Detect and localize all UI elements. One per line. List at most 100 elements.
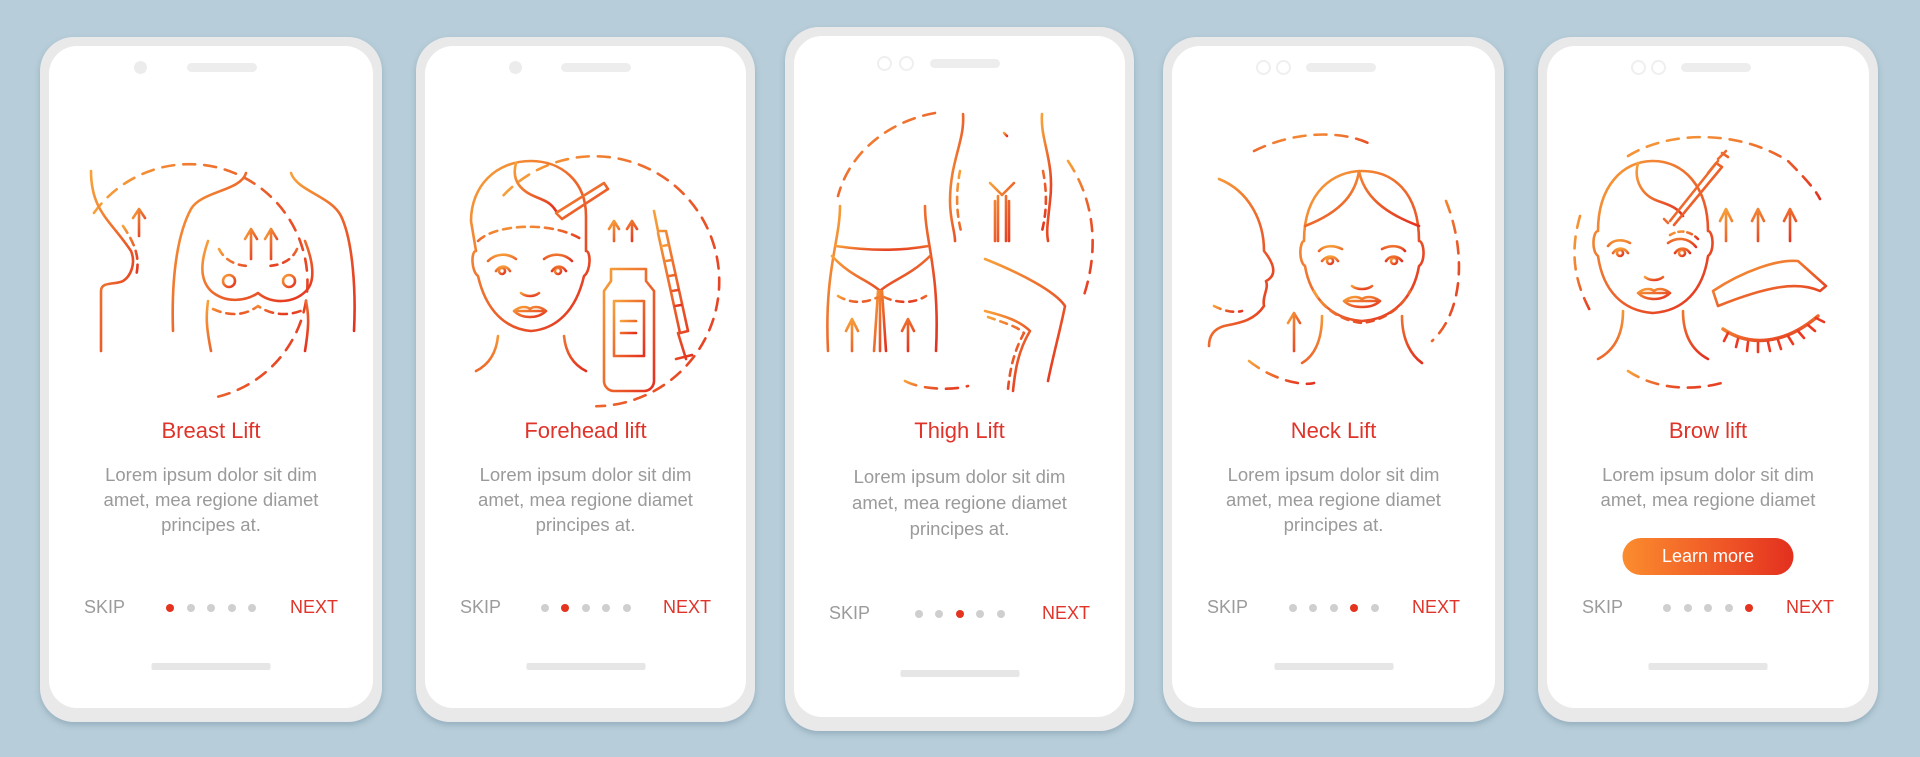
- page-dot[interactable]: [1329, 604, 1338, 612]
- description-line: Lorem ipsum dolor sit dim: [1602, 464, 1814, 485]
- home-indicator[interactable]: [526, 663, 645, 670]
- home-indicator[interactable]: [900, 670, 1019, 677]
- speaker-grille: [561, 63, 631, 72]
- brow-lift-icon: [1573, 135, 1828, 389]
- home-indicator[interactable]: [1274, 663, 1393, 670]
- speaker-grille: [1306, 63, 1376, 72]
- camera-icon: [134, 61, 147, 74]
- screen-title: Brow lift: [1668, 418, 1748, 443]
- home-indicator[interactable]: [151, 663, 271, 670]
- phone-notch: [49, 60, 373, 74]
- screen-title: Breast Lift: [161, 418, 261, 443]
- speaker-grille: [930, 59, 1000, 68]
- camera-icon: [1256, 60, 1271, 75]
- page-dot[interactable]: [1288, 604, 1297, 612]
- skip-button[interactable]: SKIP: [829, 603, 870, 624]
- phone-screen-breast-lift: Breast Lift Lorem ipsum dolor sit dim am…: [40, 37, 382, 722]
- page-indicator: [1288, 604, 1379, 612]
- skip-button[interactable]: SKIP: [1207, 597, 1248, 618]
- camera-icon: [509, 61, 522, 74]
- page-dot[interactable]: [207, 604, 215, 612]
- phone-notch: [1172, 60, 1495, 75]
- phone-notch: [425, 60, 746, 74]
- page-dot[interactable]: [227, 604, 236, 612]
- next-button[interactable]: NEXT: [1412, 597, 1460, 618]
- learn-more-button[interactable]: Learn more: [1622, 538, 1794, 575]
- description-line: principes at.: [535, 514, 636, 535]
- screen-description: Lorem ipsum dolor sit dim amet, mea regi…: [1202, 462, 1465, 537]
- camera-icon: [1631, 60, 1646, 75]
- description-line: amet, mea regione diamet: [852, 492, 1067, 513]
- onboarding-nav: SKIP NEXT: [1172, 597, 1495, 621]
- skip-button[interactable]: SKIP: [1582, 597, 1623, 618]
- screen-description: Lorem ipsum dolor sit dim amet, mea regi…: [824, 464, 1095, 542]
- page-dot-active[interactable]: [561, 604, 569, 612]
- brow-lift-illustration: [1547, 101, 1869, 411]
- page-dot[interactable]: [1663, 604, 1671, 612]
- page-dot[interactable]: [540, 604, 549, 612]
- sensor-icon: [899, 56, 914, 71]
- next-button[interactable]: NEXT: [1786, 597, 1834, 618]
- phone-notch: [1547, 60, 1869, 75]
- screen-description: Lorem ipsum dolor sit dim amet, mea regi…: [79, 462, 343, 537]
- breast-lift-illustration: [49, 101, 373, 411]
- page-dot[interactable]: [1704, 604, 1712, 612]
- next-button[interactable]: NEXT: [1042, 603, 1090, 624]
- screen-title: Forehead lift: [524, 418, 647, 443]
- page-dot[interactable]: [1724, 604, 1733, 612]
- page-dot[interactable]: [581, 604, 590, 612]
- sensor-icon: [1276, 60, 1291, 75]
- screen-title: Neck Lift: [1290, 418, 1377, 443]
- screen: Neck Lift Lorem ipsum dolor sit dim amet…: [1172, 46, 1495, 708]
- page-dot[interactable]: [622, 604, 631, 612]
- page-dot[interactable]: [996, 610, 1005, 618]
- screen-description: Lorem ipsum dolor sit dim amet, mea regi…: [1577, 462, 1839, 512]
- page-dot[interactable]: [935, 610, 943, 618]
- page-indicator: [540, 604, 631, 612]
- page-dot-active[interactable]: [1350, 604, 1358, 612]
- description-line: Lorem ipsum dolor sit dim: [1227, 464, 1440, 485]
- neck-lift-icon: [1207, 133, 1460, 386]
- speaker-grille: [187, 63, 257, 72]
- page-dot[interactable]: [602, 604, 610, 612]
- description-line: Lorem ipsum dolor sit dim: [479, 464, 692, 485]
- description-line: amet, mea regione diamet: [478, 489, 693, 510]
- page-dot[interactable]: [976, 610, 984, 618]
- forehead-lift-illustration: [425, 101, 746, 411]
- neck-lift-illustration: [1172, 101, 1495, 411]
- screen: Forehead lift Lorem ipsum dolor sit dim …: [425, 46, 746, 708]
- onboarding-nav: SKIP NEXT: [794, 603, 1125, 627]
- description-line: principes at.: [1283, 514, 1384, 535]
- page-dot-active[interactable]: [1745, 604, 1753, 612]
- phone-screen-forehead-lift: Forehead lift Lorem ipsum dolor sit dim …: [416, 37, 755, 722]
- description-line: amet, mea regione diamet: [103, 489, 319, 510]
- next-button[interactable]: NEXT: [290, 597, 338, 618]
- page-dot[interactable]: [1683, 604, 1692, 612]
- page-indicator: [1663, 604, 1753, 612]
- page-dot[interactable]: [1309, 604, 1317, 612]
- home-indicator[interactable]: [1648, 663, 1768, 670]
- camera-icon: [877, 56, 892, 71]
- screen: Brow lift Lorem ipsum dolor sit dim amet…: [1547, 46, 1869, 708]
- phone-screen-brow-lift: Brow lift Lorem ipsum dolor sit dim amet…: [1538, 37, 1878, 722]
- onboarding-nav: SKIP NEXT: [425, 597, 746, 621]
- page-dot-active[interactable]: [166, 604, 174, 612]
- page-dot[interactable]: [248, 604, 256, 612]
- description-line: Lorem ipsum dolor sit dim: [853, 466, 1066, 487]
- description-line: Lorem ipsum dolor sit dim: [105, 464, 317, 485]
- page-indicator: [914, 610, 1005, 618]
- page-dot-active[interactable]: [955, 610, 964, 618]
- phone-notch: [794, 56, 1125, 71]
- page-dot[interactable]: [1370, 604, 1379, 612]
- phone-screen-thigh-lift: Thigh Lift Lorem ipsum dolor sit dim ame…: [785, 27, 1134, 731]
- page-indicator: [166, 604, 256, 612]
- sensor-icon: [1651, 60, 1666, 75]
- breast-lift-icon: [89, 162, 356, 398]
- next-button[interactable]: NEXT: [663, 597, 711, 618]
- skip-button[interactable]: SKIP: [460, 597, 501, 618]
- page-dot[interactable]: [186, 604, 195, 612]
- skip-button[interactable]: SKIP: [84, 597, 125, 618]
- description-line: amet, mea regione diamet: [1600, 489, 1816, 510]
- description-line: principes at.: [161, 514, 261, 535]
- page-dot[interactable]: [914, 610, 923, 618]
